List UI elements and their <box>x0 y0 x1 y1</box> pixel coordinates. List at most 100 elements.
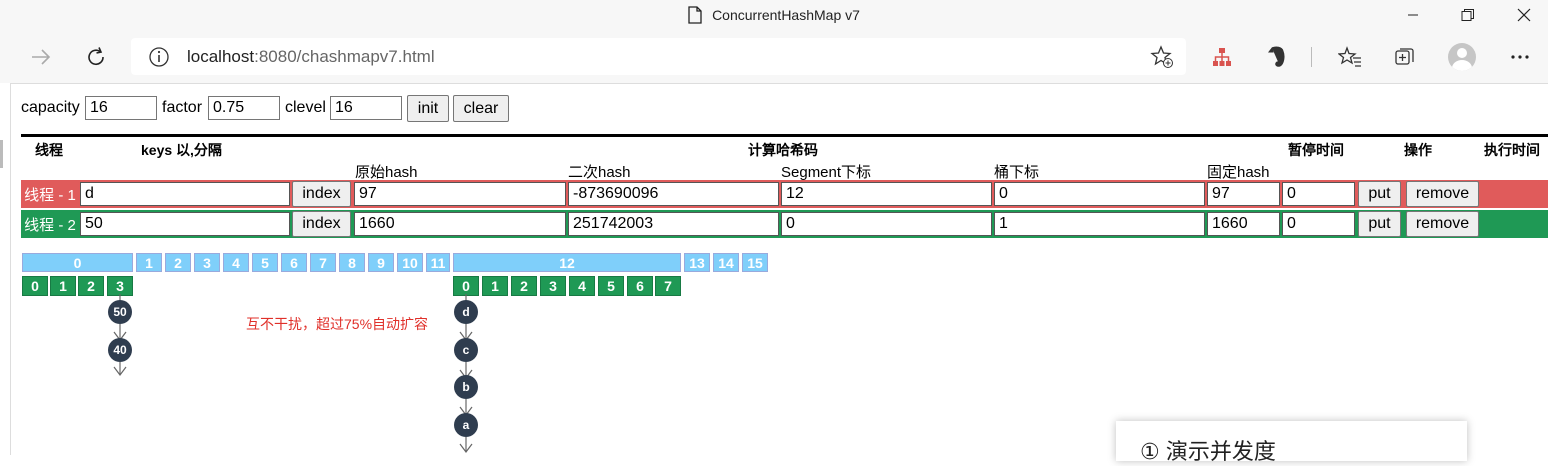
bucket-cell[interactable]: 6 <box>627 276 653 296</box>
put-button[interactable]: put <box>1358 181 1401 207</box>
favorites-button[interactable] <box>1332 39 1368 75</box>
second-hash-field[interactable]: -873690096 <box>568 182 779 206</box>
clevel-input[interactable]: 16 <box>330 96 402 120</box>
segment-cell[interactable]: 7 <box>310 253 336 272</box>
segment-cell[interactable]: 2 <box>165 253 191 272</box>
bucket-cell[interactable]: 5 <box>598 276 624 296</box>
fixed-hash-field[interactable]: 97 <box>1207 182 1280 206</box>
site-info-icon[interactable] <box>148 46 170 68</box>
restore-button[interactable] <box>1444 0 1492 30</box>
bucket-cell[interactable]: 1 <box>482 276 508 296</box>
segment-index-field[interactable]: 0 <box>781 212 992 236</box>
header-thread: 线程 <box>35 142 63 158</box>
segment-cell[interactable]: 4 <box>223 253 249 272</box>
close-window-button[interactable] <box>1500 0 1548 30</box>
subheader-fixed-hash: 固定hash <box>1207 164 1270 181</box>
subheader-second-hash: 二次hash <box>568 164 631 181</box>
index-button[interactable]: index <box>292 211 351 237</box>
bucket-cell[interactable]: 1 <box>50 276 76 296</box>
bucket-cell[interactable]: 0 <box>453 276 479 296</box>
segment-cell[interactable]: 0 <box>22 253 133 272</box>
bucket-cell[interactable]: 4 <box>569 276 595 296</box>
chain-node: b <box>454 375 478 399</box>
add-favorite-button[interactable] <box>1144 39 1180 75</box>
remove-button[interactable]: remove <box>1406 211 1479 237</box>
bucket-cell[interactable]: 3 <box>540 276 566 296</box>
subheader-orig-hash: 原始hash <box>355 164 418 181</box>
bucket-cell[interactable]: 7 <box>655 276 681 296</box>
left-edge-marker <box>0 140 3 168</box>
orig-hash-field[interactable]: 1660 <box>354 212 566 236</box>
second-hash-field[interactable]: 251742003 <box>568 212 779 236</box>
segment-cell[interactable]: 10 <box>397 253 423 272</box>
capacity-label: capacity <box>21 99 80 116</box>
thread-name: 线程 - 1 <box>24 186 76 204</box>
bucket-cell[interactable]: 3 <box>107 276 133 296</box>
put-button[interactable]: put <box>1358 211 1401 237</box>
header-compute-hash: 计算哈希码 <box>748 142 818 158</box>
extension-evernote-button[interactable] <box>1259 39 1295 75</box>
subheader-segment-index: Segment下标 <box>781 164 872 181</box>
profile-avatar[interactable] <box>1448 43 1476 71</box>
chain-node: 50 <box>108 300 132 324</box>
remove-button[interactable]: remove <box>1406 181 1479 207</box>
segment-cell[interactable]: 5 <box>252 253 278 272</box>
segment-cell[interactable]: 14 <box>713 253 739 272</box>
minimize-icon <box>1408 14 1418 16</box>
bucket-cell[interactable]: 2 <box>511 276 537 296</box>
close-icon <box>1517 8 1531 22</box>
minimize-button[interactable] <box>1389 0 1437 30</box>
document-icon <box>688 6 702 24</box>
more-menu-button[interactable] <box>1502 39 1538 75</box>
thread-row-2: 线程 - 2 50 index 1660 251742003 0 1 1660 … <box>21 210 1548 238</box>
url-host: localhost <box>187 47 255 66</box>
bucket-index-field[interactable]: 1 <box>994 212 1205 236</box>
header-operations: 操作 <box>1404 142 1432 158</box>
collections-icon <box>1395 48 1414 65</box>
clear-button[interactable]: clear <box>453 95 509 122</box>
restore-icon <box>1461 9 1474 21</box>
factor-label: factor <box>162 99 203 116</box>
segment-index-field[interactable]: 12 <box>781 182 992 206</box>
segment-cell[interactable]: 11 <box>426 253 450 272</box>
keys-input[interactable]: d <box>80 182 290 206</box>
forward-button[interactable] <box>23 39 59 75</box>
collections-button[interactable] <box>1387 39 1423 75</box>
chain-node: c <box>454 338 478 362</box>
segment-cell[interactable]: 6 <box>281 253 307 272</box>
refresh-button[interactable] <box>78 39 114 75</box>
segment-cell[interactable]: 12 <box>453 253 681 272</box>
url-path: :8080/chashmapv7.html <box>254 47 435 66</box>
segment-cell[interactable]: 9 <box>368 253 394 272</box>
evernote-icon <box>1268 46 1285 67</box>
bucket-cell[interactable]: 0 <box>22 276 48 296</box>
keys-input[interactable]: 50 <box>80 212 290 236</box>
favorites-icon <box>1338 46 1361 67</box>
init-button[interactable]: init <box>407 95 449 122</box>
segment-cell[interactable]: 1 <box>136 253 162 272</box>
capacity-input[interactable]: 16 <box>85 96 157 120</box>
annotation-note: 互不干扰，超过75%自动扩容 <box>246 316 429 332</box>
segment-cell[interactable]: 3 <box>194 253 220 272</box>
segment-cell[interactable]: 15 <box>742 253 768 272</box>
bucket-index-field[interactable]: 0 <box>994 182 1205 206</box>
chain-node: d <box>454 300 478 324</box>
pause-time-input[interactable]: 0 <box>1282 182 1355 206</box>
header-pause-time: 暂停时间 <box>1288 142 1344 158</box>
forward-arrow-icon <box>32 49 51 65</box>
url-text[interactable]: localhost:8080/chashmapv7.html <box>187 47 435 67</box>
fixed-hash-field[interactable]: 1660 <box>1207 212 1280 236</box>
bucket-cell[interactable]: 2 <box>78 276 104 296</box>
toolbar-separator <box>1311 47 1312 67</box>
orig-hash-field[interactable]: 97 <box>354 182 566 206</box>
factor-input[interactable]: 0.75 <box>208 96 280 120</box>
pause-time-input[interactable]: 0 <box>1282 212 1355 236</box>
extension-sitemap-button[interactable] <box>1204 39 1240 75</box>
subheader-bucket-index: 桶下标 <box>994 164 1040 181</box>
more-dots-icon <box>1511 55 1529 59</box>
index-button[interactable]: index <box>292 181 351 207</box>
segment-cell[interactable]: 13 <box>684 253 710 272</box>
table-top-border <box>21 134 1548 137</box>
header-keys: keys 以,分隔 <box>141 142 222 158</box>
segment-cell[interactable]: 8 <box>339 253 365 272</box>
